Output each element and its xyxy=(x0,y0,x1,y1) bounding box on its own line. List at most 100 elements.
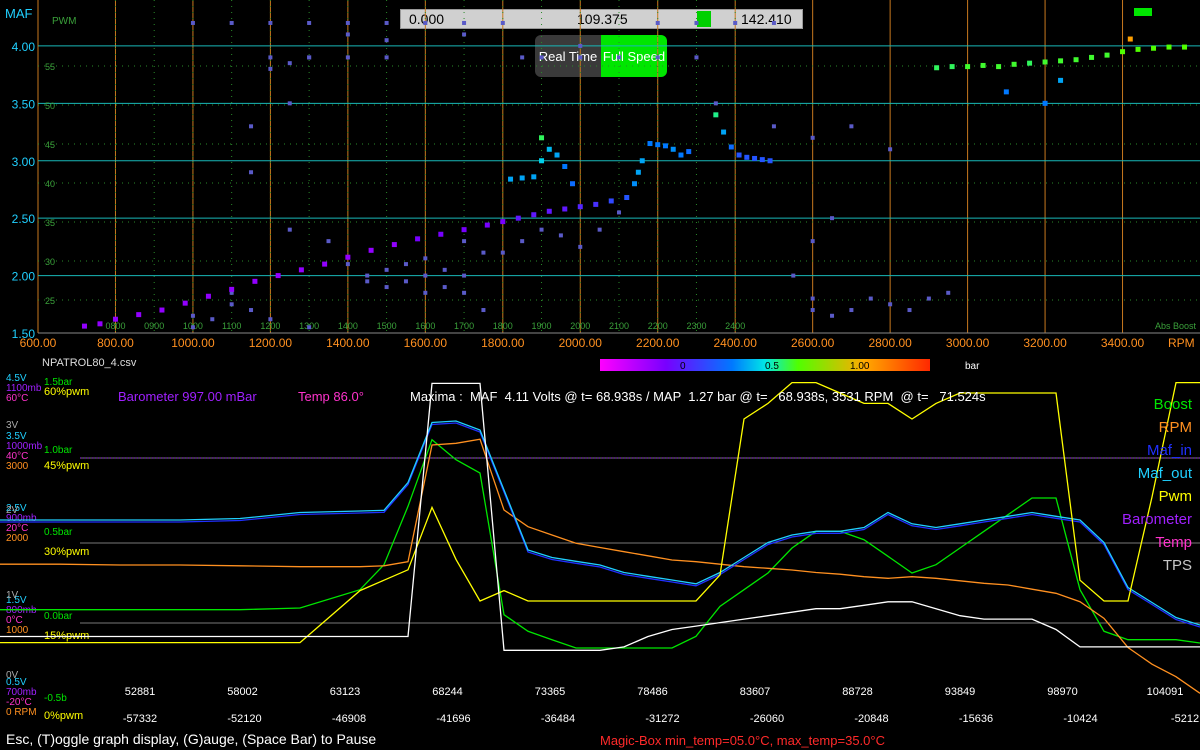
pwm-tick-label: 55 xyxy=(45,62,55,72)
scatter-point-bg xyxy=(268,66,273,71)
scatter-point xyxy=(531,212,537,218)
time-tick-top: 73365 xyxy=(535,686,566,698)
scatter-point-bg xyxy=(481,250,486,255)
scatter-point xyxy=(752,155,758,161)
volt-axis-label: 1V xyxy=(6,590,19,601)
x-tick-label: 2200.00 xyxy=(636,336,680,350)
scatter-point xyxy=(562,206,568,212)
scatter-point-bg xyxy=(307,55,312,60)
scatter-point xyxy=(515,215,521,221)
rpm-bin-label: 1500 xyxy=(377,321,397,331)
scatter-point xyxy=(182,300,188,306)
scatter-point xyxy=(670,146,676,152)
x-tick-label: 2600.00 xyxy=(791,336,835,350)
scatter-point xyxy=(546,208,552,214)
colorbar-label: 1.00 xyxy=(850,361,870,372)
scatter-point xyxy=(713,112,719,118)
time-tick-top: 52881 xyxy=(125,686,156,698)
time-tick-bottom: -15636 xyxy=(959,713,993,725)
rpm-bin-label: 2100 xyxy=(609,321,629,331)
series-line-boost xyxy=(0,438,1200,649)
scatter-point-bg xyxy=(771,124,776,129)
scatter-point-bg xyxy=(326,239,331,244)
scatter-point xyxy=(570,181,576,187)
scatter-point-bg xyxy=(423,256,428,261)
scatter-point xyxy=(624,195,630,201)
scatter-point xyxy=(205,293,211,299)
scatter-point-bg xyxy=(907,308,912,313)
series-line-rpm xyxy=(0,438,1200,694)
left-axis-label: 2000 xyxy=(6,533,29,544)
rpm-bin-label: 1800 xyxy=(493,321,513,331)
scatter-point xyxy=(1058,58,1064,64)
scatter-point xyxy=(322,261,328,267)
boost-tick-label: 1.5bar xyxy=(44,377,73,388)
scatter-point-bg xyxy=(946,290,951,295)
scatter-point-bg xyxy=(888,302,893,307)
scatter-point-bg xyxy=(578,55,583,60)
legend-item: Pwm xyxy=(1158,488,1192,505)
x-tick-label: 3200.00 xyxy=(1023,336,1067,350)
time-tick-top: 104091 xyxy=(1147,686,1184,698)
scatter-point xyxy=(539,135,545,141)
y-tick-label: 4.00 xyxy=(12,40,36,54)
time-tick-top: 98970 xyxy=(1047,686,1078,698)
scatter-point-bg xyxy=(868,296,873,301)
scatter-point xyxy=(728,144,734,150)
time-tick-bottom: -26060 xyxy=(750,713,784,725)
scatter-point xyxy=(647,141,653,147)
scatter-point-bg xyxy=(462,32,467,37)
y-tick-label: 2.50 xyxy=(12,212,36,226)
left-axis-label: 3000 xyxy=(6,461,29,472)
rpm-bin-label: 1700 xyxy=(454,321,474,331)
legend-item: Temp xyxy=(1155,534,1192,551)
x-tick-label: 1200.00 xyxy=(249,336,293,350)
x-tick-label: 2800.00 xyxy=(868,336,912,350)
scatter-point-bg xyxy=(520,239,525,244)
legend-item: Boost xyxy=(1153,396,1192,413)
colorbar-label: 0.5 xyxy=(765,361,779,372)
scatter-point-bg xyxy=(694,20,699,25)
scatter-point xyxy=(767,158,773,164)
boost-axis-label: Abs Boost xyxy=(1155,321,1197,331)
scatter-point xyxy=(531,174,537,180)
scatter-point xyxy=(484,222,490,228)
scatter-point-bg xyxy=(539,55,544,60)
scatter-point-bg xyxy=(810,296,815,301)
scatter-point xyxy=(368,247,374,253)
scatter-point-bg xyxy=(462,273,467,278)
pwm-tick-label: 40 xyxy=(45,179,55,189)
scatter-point xyxy=(736,152,742,158)
scatter-point xyxy=(519,175,525,181)
scatter-point-bg xyxy=(500,20,505,25)
time-tick-bottom: -31272 xyxy=(645,713,679,725)
scatter-point xyxy=(438,231,444,237)
scatter-point-bg xyxy=(365,273,370,278)
time-tick-top: 68244 xyxy=(432,686,463,698)
y-axis-label: MAF xyxy=(5,6,33,21)
barometer-readout: Barometer 997.00 mBar xyxy=(118,389,257,404)
pwm-tick-label: 30 xyxy=(45,257,55,267)
x-tick-label: 2400.00 xyxy=(714,336,758,350)
scatter-point-bg xyxy=(403,262,408,267)
scatter-point-bg xyxy=(249,124,254,129)
scatter-point-bg xyxy=(462,239,467,244)
scatter-point-bg xyxy=(268,55,273,60)
scatter-point xyxy=(1027,60,1033,66)
scatter-point-bg xyxy=(481,308,486,313)
colorbar-label: -0.5 xyxy=(580,361,598,372)
pwm-tick-label: 35 xyxy=(45,218,55,228)
scatter-point xyxy=(391,242,397,248)
scatter-point-bg xyxy=(307,325,312,330)
scatter-point xyxy=(635,169,641,175)
scatter-point xyxy=(554,152,560,158)
scatter-point-bg xyxy=(791,273,796,278)
scatter-point xyxy=(949,64,955,70)
scatter-point-bg xyxy=(345,55,350,60)
scatter-point xyxy=(934,65,940,71)
help-text: Esc, (T)oggle graph display, (G)auge, (S… xyxy=(6,731,377,747)
time-tick-top: 63123 xyxy=(330,686,361,698)
rpm-bin-label: 1200 xyxy=(260,321,280,331)
x-tick-label: 800.00 xyxy=(97,336,134,350)
colorbar-unit: bar xyxy=(965,361,980,372)
